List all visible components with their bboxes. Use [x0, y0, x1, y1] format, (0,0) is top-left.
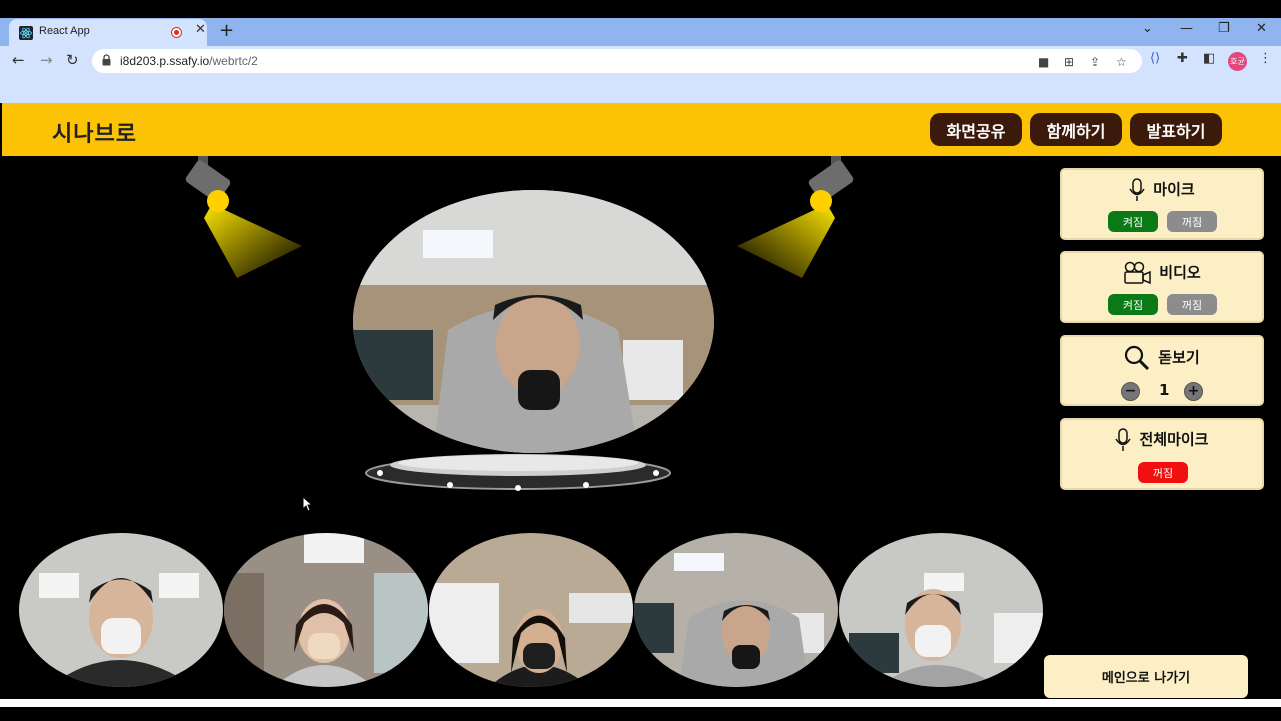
left-spotlight-icon — [185, 156, 302, 278]
presenter-video — [353, 190, 714, 453]
video-label: 비디오 — [1159, 263, 1201, 282]
stage-pedestal-icon — [365, 454, 671, 491]
url-host: i8d203.p.ssafy.io — [120, 54, 210, 68]
tab-search-icon[interactable]: ⌄ — [1142, 21, 1153, 36]
tab-title: React App — [39, 25, 90, 37]
translate-icon[interactable]: ⊞ — [1064, 55, 1074, 69]
close-tab-icon[interactable]: ✕ — [195, 22, 206, 37]
video-on-button[interactable]: 켜짐 — [1108, 294, 1158, 315]
video-panel: 비디오 켜짐 꺼짐 — [1060, 251, 1264, 323]
bookmark-bar — [0, 76, 1281, 103]
zoom-plus-button[interactable]: + — [1184, 382, 1203, 401]
profile-avatar[interactable]: 호균 — [1228, 52, 1247, 71]
participant-video[interactable] — [634, 533, 838, 687]
address-bar[interactable]: i8d203.p.ssafy.io/webrtc/2 ■ ⊞ ⇪ ☆ — [92, 49, 1142, 73]
side-panel-icon[interactable]: ◧ — [1203, 51, 1215, 66]
join-together-button[interactable]: 함께하기 — [1030, 113, 1122, 146]
camera-icon[interactable]: ■ — [1038, 55, 1049, 69]
app-logo[interactable]: 시나브로 — [52, 116, 137, 148]
magnifier-icon — [1125, 345, 1150, 371]
video-title: 비디오 — [1062, 261, 1262, 285]
browser-tab[interactable]: React App ✕ — [9, 19, 207, 46]
share-icon[interactable]: ⇪ — [1090, 55, 1100, 69]
url-text: i8d203.p.ssafy.io/webrtc/2 — [120, 54, 258, 68]
mic-label: 마이크 — [1153, 180, 1195, 199]
minimize-icon[interactable]: — — [1180, 21, 1193, 36]
mouse-cursor-icon — [302, 496, 312, 512]
zoom-title: 돋보기 — [1062, 345, 1262, 371]
app-root: 시나브로 화면공유 함께하기 발표하기 마이크 켜짐 꺼짐 비디오 켜짐 꺼짐 … — [2, 103, 1281, 703]
participant-video[interactable] — [19, 533, 223, 687]
extension-icon[interactable]: ⟨⟩ — [1150, 51, 1160, 66]
window-bottom-edge — [0, 699, 1281, 707]
puzzle-icon[interactable]: ✚ — [1177, 51, 1188, 66]
react-icon — [19, 26, 33, 40]
zoom-minus-button[interactable]: − — [1121, 382, 1140, 401]
new-tab-icon[interactable]: + — [219, 20, 234, 41]
participant-video[interactable] — [839, 533, 1043, 687]
menu-icon[interactable]: ⋮ — [1259, 51, 1272, 66]
recording-icon — [171, 27, 182, 38]
bookmark-star-icon[interactable]: ☆ — [1116, 55, 1127, 69]
exit-to-main-button[interactable]: 메인으로 나가기 — [1044, 655, 1248, 698]
mic-off-button[interactable]: 꺼짐 — [1167, 211, 1217, 232]
zoom-panel: 돋보기 − 1 + — [1060, 335, 1264, 406]
lock-icon — [102, 54, 111, 66]
browser-tab-bar: React App ✕ + ⌄ — ❐ ✕ — [0, 18, 1281, 46]
app-header: 시나브로 화면공유 함께하기 발표하기 — [2, 103, 1281, 156]
zoom-label: 돋보기 — [1158, 348, 1200, 367]
participant-video[interactable] — [429, 533, 633, 687]
back-icon[interactable]: ← — [12, 51, 25, 69]
all-mic-panel: 전체마이크 꺼짐 — [1060, 418, 1264, 490]
microphone-icon — [1115, 428, 1132, 451]
all-mic-label: 전체마이크 — [1139, 430, 1209, 449]
browser-toolbar: ← → ↻ i8d203.p.ssafy.io/webrtc/2 ■ ⊞ ⇪ ☆… — [0, 46, 1281, 76]
zoom-level: 1 — [1159, 381, 1170, 399]
all-mic-off-button[interactable]: 꺼짐 — [1138, 462, 1188, 483]
video-camera-icon — [1124, 261, 1152, 285]
window-close-icon[interactable]: ✕ — [1256, 21, 1267, 36]
microphone-icon — [1129, 178, 1145, 201]
screen-share-button[interactable]: 화면공유 — [930, 113, 1022, 146]
participant-video[interactable] — [224, 533, 428, 687]
forward-icon[interactable]: → — [40, 51, 53, 69]
present-button[interactable]: 발표하기 — [1130, 113, 1222, 146]
all-mic-title: 전체마이크 — [1062, 428, 1262, 452]
video-off-button[interactable]: 꺼짐 — [1167, 294, 1217, 315]
restore-icon[interactable]: ❐ — [1218, 21, 1230, 36]
mic-title: 마이크 — [1062, 178, 1262, 202]
right-spotlight-icon — [737, 156, 854, 278]
mic-panel: 마이크 켜짐 꺼짐 — [1060, 168, 1264, 240]
url-path: /webrtc/2 — [209, 54, 258, 68]
mic-on-button[interactable]: 켜짐 — [1108, 211, 1158, 232]
reload-icon[interactable]: ↻ — [66, 51, 79, 69]
